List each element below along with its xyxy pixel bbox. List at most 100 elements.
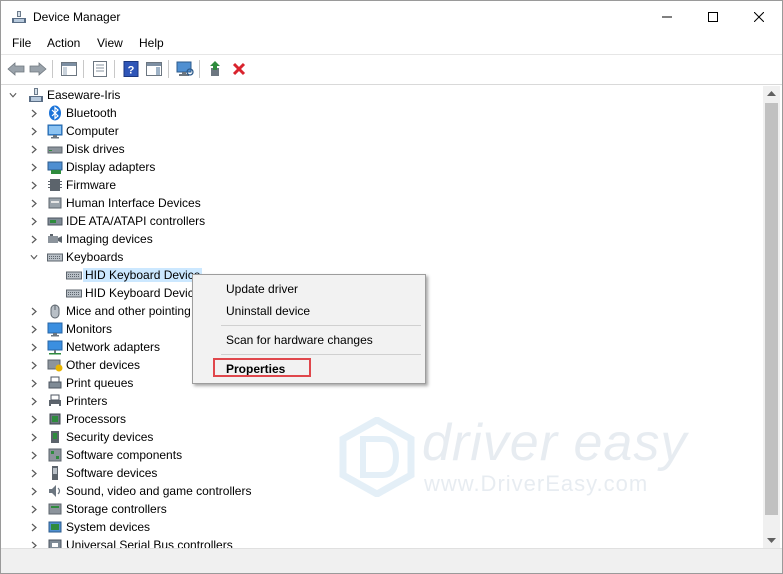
- tree-item[interactable]: System devices: [4, 518, 763, 536]
- expand-chevron-icon[interactable]: [30, 378, 38, 388]
- back-button[interactable]: [6, 59, 26, 79]
- tree-item[interactable]: IDE ATA/ATAPI controllers: [4, 212, 763, 230]
- expand-chevron-icon[interactable]: [30, 126, 38, 136]
- tree-item-label: Other devices: [66, 358, 141, 372]
- expand-chevron-icon[interactable]: [30, 414, 38, 424]
- forward-button[interactable]: [28, 59, 48, 79]
- expand-chevron-icon[interactable]: [30, 180, 38, 190]
- menu-uninstall-device[interactable]: Uninstall device: [226, 304, 310, 318]
- title-bar: Device Manager: [1, 1, 782, 33]
- expand-chevron-icon[interactable]: [30, 360, 38, 370]
- tree-item[interactable]: Universal Serial Bus controllers: [4, 536, 763, 548]
- expand-chevron-icon[interactable]: [30, 432, 38, 442]
- menu-view[interactable]: View: [97, 36, 123, 50]
- menu-file[interactable]: File: [12, 36, 31, 50]
- expand-chevron-icon[interactable]: [30, 144, 38, 154]
- device-manager-app-icon: [12, 11, 26, 23]
- scan-hardware-button[interactable]: [175, 59, 195, 79]
- menu-bar: File Action View Help: [1, 33, 782, 53]
- monitor-icon: [47, 321, 63, 337]
- network-adapter-icon: [47, 339, 63, 355]
- help-toolbar-button[interactable]: ?: [121, 59, 141, 79]
- expand-chevron-icon[interactable]: [30, 342, 38, 352]
- expand-chevron-icon[interactable]: [30, 522, 38, 532]
- show-hide-tree-button[interactable]: [59, 59, 79, 79]
- close-button[interactable]: [736, 1, 782, 33]
- tree-item-label: Bluetooth: [66, 106, 117, 120]
- expand-chevron-icon[interactable]: [30, 162, 38, 172]
- uninstall-toolbar-button[interactable]: [229, 59, 249, 79]
- hid-icon: [47, 195, 63, 211]
- toolbar-separator: [83, 60, 84, 78]
- collapse-chevron-icon[interactable]: [30, 252, 38, 262]
- tree-item[interactable]: Disk drives: [4, 140, 763, 158]
- scroll-down-arrow-icon[interactable]: [767, 538, 776, 544]
- vertical-scrollbar[interactable]: [763, 86, 780, 548]
- software-component-icon: [47, 447, 63, 463]
- tree-item[interactable]: Processors: [4, 410, 763, 428]
- tree-item-label: Software components: [66, 448, 183, 462]
- menu-action[interactable]: Action: [47, 36, 80, 50]
- context-menu: Update driver Uninstall device Scan for …: [192, 274, 426, 384]
- tree-item[interactable]: Bluetooth: [4, 104, 763, 122]
- properties-highlight-box: [213, 358, 311, 377]
- tree-item[interactable]: Keyboards: [4, 248, 763, 266]
- maximize-button[interactable]: [690, 1, 736, 33]
- tree-item-label: Universal Serial Bus controllers: [66, 538, 233, 548]
- help-book-icon: ?: [123, 61, 139, 77]
- tree-item[interactable]: Sound, video and game controllers: [4, 482, 763, 500]
- firmware-icon: [47, 177, 63, 193]
- security-device-icon: [47, 429, 63, 445]
- forward-arrow-icon: [29, 62, 47, 76]
- tree-item[interactable]: Computer: [4, 122, 763, 140]
- collapse-chevron-icon[interactable]: [9, 90, 17, 100]
- close-icon: [754, 12, 764, 22]
- tree-item-label: Firmware: [66, 178, 116, 192]
- menu-update-driver[interactable]: Update driver: [226, 282, 298, 296]
- expand-chevron-icon[interactable]: [30, 108, 38, 118]
- toolbar-separator: [168, 60, 169, 78]
- print-queue-icon: [47, 375, 63, 391]
- tree-item-label: Keyboards: [66, 250, 124, 264]
- expand-chevron-icon[interactable]: [30, 306, 38, 316]
- tree-item[interactable]: Security devices: [4, 428, 763, 446]
- action-pane-button[interactable]: [144, 59, 164, 79]
- tree-item-label: Easeware-Iris: [47, 88, 121, 102]
- svg-text:?: ?: [128, 65, 135, 77]
- usb-icon: [47, 537, 63, 548]
- tree-item[interactable]: Imaging devices: [4, 230, 763, 248]
- expand-chevron-icon[interactable]: [30, 234, 38, 244]
- tree-item-label: Human Interface Devices: [66, 196, 201, 210]
- tree-item[interactable]: Firmware: [4, 176, 763, 194]
- update-driver-toolbar-button[interactable]: [206, 59, 226, 79]
- tree-item[interactable]: Display adapters: [4, 158, 763, 176]
- expand-chevron-icon[interactable]: [30, 198, 38, 208]
- minimize-button[interactable]: [644, 1, 690, 33]
- tree-item[interactable]: Software devices: [4, 464, 763, 482]
- expand-chevron-icon[interactable]: [30, 396, 38, 406]
- tree-item-label: Security devices: [66, 430, 154, 444]
- expand-chevron-icon[interactable]: [30, 468, 38, 478]
- display-adapter-icon: [47, 159, 63, 175]
- expand-chevron-icon[interactable]: [30, 486, 38, 496]
- tree-root[interactable]: Easeware-Iris: [4, 86, 763, 104]
- expand-chevron-icon[interactable]: [30, 450, 38, 460]
- menu-scan-hardware[interactable]: Scan for hardware changes: [226, 333, 373, 347]
- tree-item[interactable]: Printers: [4, 392, 763, 410]
- expand-chevron-icon[interactable]: [30, 540, 38, 548]
- maximize-icon: [708, 12, 718, 22]
- tree-item-label: Printers: [66, 394, 108, 408]
- menu-help[interactable]: Help: [139, 36, 164, 50]
- properties-page-icon: [93, 61, 107, 77]
- vertical-scroll-thumb[interactable]: [765, 103, 778, 515]
- toolbar-separator: [52, 60, 53, 78]
- properties-toolbar-button[interactable]: [90, 59, 110, 79]
- scroll-up-arrow-icon[interactable]: [767, 90, 776, 96]
- expand-chevron-icon[interactable]: [30, 324, 38, 334]
- expand-chevron-icon[interactable]: [30, 216, 38, 226]
- tree-item[interactable]: Human Interface Devices: [4, 194, 763, 212]
- tree-item-label: HID Keyboard Device: [85, 286, 201, 300]
- tree-item[interactable]: Software components: [4, 446, 763, 464]
- tree-item[interactable]: Storage controllers: [4, 500, 763, 518]
- expand-chevron-icon[interactable]: [30, 504, 38, 514]
